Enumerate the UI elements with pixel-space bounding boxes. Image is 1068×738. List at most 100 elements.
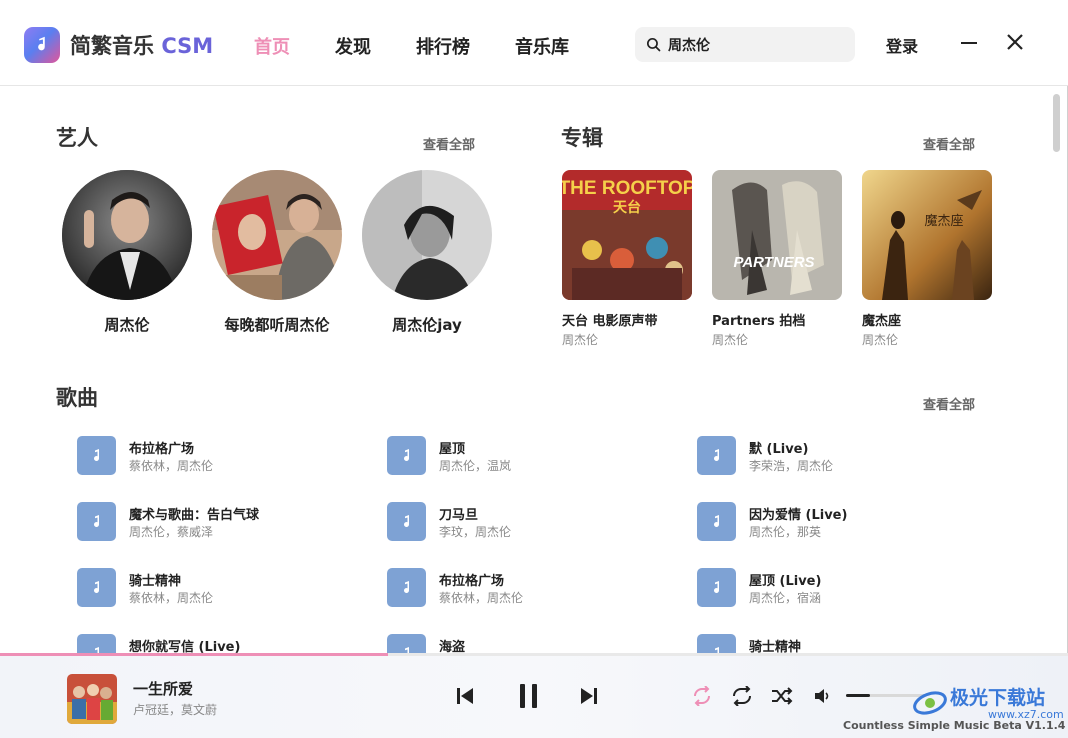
song-title: 想你就写信 (Live) <box>129 640 241 654</box>
music-note-icon <box>77 502 116 541</box>
repeat-one-icon[interactable] <box>691 686 713 706</box>
volume-icon[interactable] <box>814 688 830 704</box>
music-note-icon <box>697 436 736 475</box>
song-item[interactable]: 骑士精神蔡依林，周杰伦 <box>77 568 367 608</box>
repeat-icon[interactable] <box>731 686 753 706</box>
song-artist: 蔡依林，周杰伦 <box>129 459 214 473</box>
songs-see-all-link[interactable]: 查看全部 <box>923 394 975 413</box>
pause-icon[interactable] <box>518 683 540 709</box>
song-title: 屋顶 (Live) <box>749 574 822 589</box>
login-button[interactable]: 登录 <box>886 33 918 57</box>
song-title: 因为爱情 (Live) <box>749 508 848 523</box>
music-note-icon <box>697 568 736 607</box>
search-input[interactable] <box>668 36 838 53</box>
song-item[interactable]: 海盗 <box>387 634 677 654</box>
song-artist: 李玟，周杰伦 <box>439 525 512 539</box>
artist-name: 每晚都听周杰伦 <box>224 316 330 334</box>
song-item[interactable]: 因为爱情 (Live) 周杰伦，那英 <box>697 502 987 542</box>
song-title: 海盗 <box>439 640 466 654</box>
song-artist: 蔡依林，周杰伦 <box>129 591 214 605</box>
song-item[interactable]: 布拉格广场蔡依林，周杰伦 <box>77 436 367 476</box>
next-icon[interactable] <box>579 687 599 705</box>
album-artist: 周杰伦 <box>562 333 599 347</box>
now-playing-title: 一生所爱 <box>133 680 194 698</box>
albums-see-all-link[interactable]: 查看全部 <box>923 134 975 153</box>
music-note-icon <box>697 634 736 654</box>
music-note-icon <box>77 568 116 607</box>
volume-slider-fill <box>846 694 870 697</box>
nav-charts[interactable]: 排行榜 <box>416 33 470 59</box>
album-artist: 周杰伦 <box>862 333 899 347</box>
song-item[interactable]: 骑士精神 <box>697 634 987 654</box>
watermark: 极光下载站 www.xz7.com <box>912 683 1064 723</box>
album-card[interactable]: THE ROOFTOP 天台 天台 电影原声带 周杰伦 <box>562 170 692 348</box>
top-bar: 简繁音乐 CSM 首页 发现 排行榜 音乐库 登录 <box>0 0 1068 86</box>
now-playing-artist: 卢冠廷，莫文蔚 <box>133 703 218 717</box>
song-title: 默 (Live) <box>749 442 809 457</box>
shuffle-icon[interactable] <box>771 686 793 706</box>
song-artist: 蔡依林，周杰伦 <box>439 591 524 605</box>
artist-name: 周杰伦jay <box>392 316 462 334</box>
music-note-icon <box>387 502 426 541</box>
artist-avatar <box>362 170 492 300</box>
app-logo-icon <box>24 27 60 63</box>
album-cover-text: 魔杰座 <box>924 214 963 229</box>
song-item[interactable]: 刀马旦李玟，周杰伦 <box>387 502 677 542</box>
search-box[interactable] <box>635 27 855 62</box>
song-title: 骑士精神 <box>749 640 802 654</box>
artist-card[interactable]: 周杰伦 <box>52 170 202 335</box>
artist-avatar <box>62 170 192 300</box>
song-item[interactable]: 布拉格广场蔡依林，周杰伦 <box>387 568 677 608</box>
album-card[interactable]: PARTNERS Partners 拍档 周杰伦 <box>712 170 842 348</box>
song-artist: 周杰伦，蔡威泽 <box>129 525 214 539</box>
scrollbar[interactable] <box>1053 94 1060 152</box>
artist-avatar <box>212 170 342 300</box>
music-note-icon <box>387 436 426 475</box>
album-cover: THE ROOFTOP 天台 <box>562 170 692 300</box>
app-window: 简繁音乐 CSM 首页 发现 排行榜 音乐库 登录 艺人 查看全部 <box>0 0 1068 738</box>
song-title: 魔术与歌曲：告白气球 <box>129 508 260 523</box>
artists-title: 艺人 <box>56 126 98 150</box>
song-item[interactable]: 想你就写信 (Live) <box>77 634 367 654</box>
nav-discover[interactable]: 发现 <box>335 33 371 59</box>
nav-home[interactable]: 首页 <box>254 33 290 59</box>
player-bar: 一生所爱 卢冠廷，莫文蔚 极光下载站 www.xz7.com Countless… <box>0 656 1068 738</box>
artist-card[interactable]: 周杰伦jay <box>352 170 502 335</box>
song-artist: 李荣浩，周杰伦 <box>749 459 834 473</box>
music-note-icon <box>387 568 426 607</box>
artists-see-all-link[interactable]: 查看全部 <box>423 134 475 153</box>
song-title: 布拉格广场 <box>129 442 195 457</box>
song-title: 刀马旦 <box>439 508 479 523</box>
search-icon <box>646 37 661 52</box>
album-name: 魔杰座 <box>862 314 902 329</box>
now-playing-cover[interactable] <box>67 674 117 724</box>
svg-text:天台: 天台 <box>613 199 641 216</box>
album-card[interactable]: 魔杰座 魔杰座 周杰伦 <box>862 170 992 348</box>
song-artist: 周杰伦，那英 <box>749 525 822 539</box>
minimize-icon[interactable] <box>961 42 977 44</box>
app-title: 简繁音乐 CSM <box>70 30 213 60</box>
song-artist: 周杰伦，温岚 <box>439 459 512 473</box>
album-cover-text: THE ROOFTOP <box>562 178 692 199</box>
album-name: 天台 电影原声带 <box>562 314 658 329</box>
nav-library[interactable]: 音乐库 <box>515 33 569 59</box>
album-artist: 周杰伦 <box>712 333 749 347</box>
app-title-suffix: CSM <box>161 34 214 58</box>
song-item[interactable]: 魔术与歌曲：告白气球 周杰伦，蔡威泽 <box>77 502 367 542</box>
artist-name: 周杰伦 <box>104 316 150 334</box>
prev-icon[interactable] <box>455 687 475 705</box>
artist-card[interactable]: 每晚都听周杰伦 <box>202 170 352 335</box>
song-item[interactable]: 默 (Live) 李荣浩，周杰伦 <box>697 436 987 476</box>
song-title: 屋顶 <box>439 442 466 457</box>
watermark-logo-icon <box>913 691 947 715</box>
music-note-icon <box>77 634 116 654</box>
close-icon[interactable] <box>1006 33 1024 51</box>
main-content: 艺人 查看全部 周杰伦 每晚都听周杰伦 周杰伦jay 专辑 查看全部 THE R… <box>0 87 1052 654</box>
album-name: Partners 拍档 <box>712 314 806 329</box>
song-item[interactable]: 屋顶周杰伦，温岚 <box>387 436 677 476</box>
song-title: 骑士精神 <box>129 574 182 589</box>
song-item[interactable]: 屋顶 (Live) 周杰伦，宿涵 <box>697 568 987 608</box>
version-status-text: Countless Simple Music Beta V1.1.4 <box>843 719 1066 732</box>
song-title: 布拉格广场 <box>439 574 505 589</box>
song-artist: 周杰伦，宿涵 <box>749 591 822 605</box>
